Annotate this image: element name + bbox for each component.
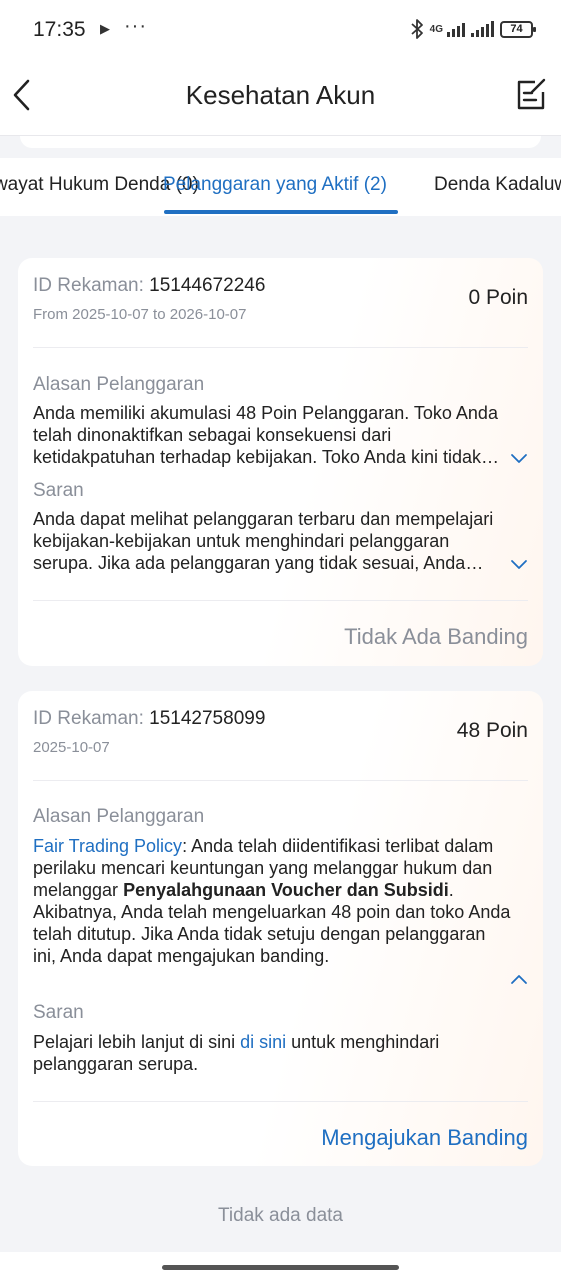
status-indicators: 4G 74 [410, 18, 536, 40]
advice-text-part: Pelajari lebih lanjut di sini [33, 1032, 241, 1052]
media-play-icon: ▶ [100, 21, 110, 36]
advice-label: Saran [33, 1002, 84, 1023]
tab-expired-penalties[interactable]: Denda Kadaluwarsa [434, 174, 561, 196]
violation-card: ID Rekaman: 15144672246 From 2025-10-07 … [18, 258, 543, 666]
tab-bar: Riwayat Hukum Denda (0) Pelanggaran yang… [0, 158, 561, 216]
signal-icon-2 [471, 21, 494, 37]
advice-text: Anda dapat melihat pelanggaran terbaru d… [33, 509, 494, 573]
signal-icon [447, 21, 465, 37]
page-title: Kesehatan Akun [185, 80, 376, 110]
screen: 17:35 ▶ ··· 4G 74 Kesehatan Akun wayat H… [0, 0, 561, 1280]
divider [33, 1101, 528, 1102]
status-time: 17:35 [33, 18, 86, 41]
violation-card: ID Rekaman: 15142758099 2025-10-07 48 Po… [18, 691, 543, 1166]
record-id-label: ID Rekaman: [33, 275, 150, 296]
record-date: 2025-10-07 [33, 739, 110, 756]
network-type: 4G [429, 23, 443, 35]
record-id-line: ID Rekaman: 15144672246 [33, 275, 265, 297]
active-tab-indicator [164, 210, 398, 214]
reason-label: Alasan Pelanggaran [33, 806, 205, 827]
divider [33, 347, 528, 348]
fair-trading-policy-link[interactable]: Fair Trading Policy [33, 836, 182, 856]
expand-chevron-down-icon[interactable] [510, 558, 528, 570]
collapse-chevron-up-icon[interactable] [510, 973, 528, 985]
submit-appeal-button[interactable]: Mengajukan Banding [321, 1125, 528, 1151]
learn-more-link[interactable]: di sini [240, 1032, 286, 1052]
bluetooth-icon [411, 19, 423, 39]
reason-violation-type: Penyalahgunaan Voucher dan Subsidi [123, 880, 449, 900]
app-header: Kesehatan Akun [0, 62, 561, 136]
reason-label: Alasan Pelanggaran [33, 374, 205, 395]
advice-text: Pelajari lebih lanjut di sini di sini un… [33, 1031, 511, 1075]
home-indicator-area [0, 1252, 561, 1280]
record-id: 15142758099 [149, 708, 266, 729]
divider [33, 600, 528, 601]
reason-text: Fair Trading Policy: Anda telah diidenti… [33, 835, 511, 967]
home-indicator-bar[interactable] [162, 1265, 399, 1270]
status-bar: 17:35 ▶ ··· 4G 74 [0, 0, 561, 62]
expand-chevron-down-icon[interactable] [510, 452, 528, 464]
tab-active-violations[interactable]: Pelanggaran yang Aktif (2) [163, 174, 387, 196]
empty-state-text: Tidak ada data [218, 1205, 343, 1226]
no-appeal-status: Tidak Ada Banding [344, 624, 528, 649]
violation-points: 48 Poin [456, 719, 528, 742]
advice-label: Saran [33, 480, 84, 501]
record-id-line: ID Rekaman: 15142758099 [33, 708, 265, 730]
edit-note-icon[interactable] [515, 77, 547, 113]
violation-points: 0 Poin [468, 286, 528, 309]
divider [33, 780, 528, 781]
record-date: From 2025-10-07 to 2026-10-07 [33, 306, 247, 323]
record-id-label: ID Rekaman: [33, 708, 150, 729]
reason-text: Anda memiliki akumulasi 48 Poin Pelangga… [33, 403, 498, 467]
battery-icon: 74 [500, 20, 536, 38]
record-id: 15144672246 [149, 275, 266, 296]
battery-level: 74 [510, 22, 523, 35]
more-notifications-icon: ··· [124, 15, 147, 37]
sheet-edge [20, 136, 541, 148]
